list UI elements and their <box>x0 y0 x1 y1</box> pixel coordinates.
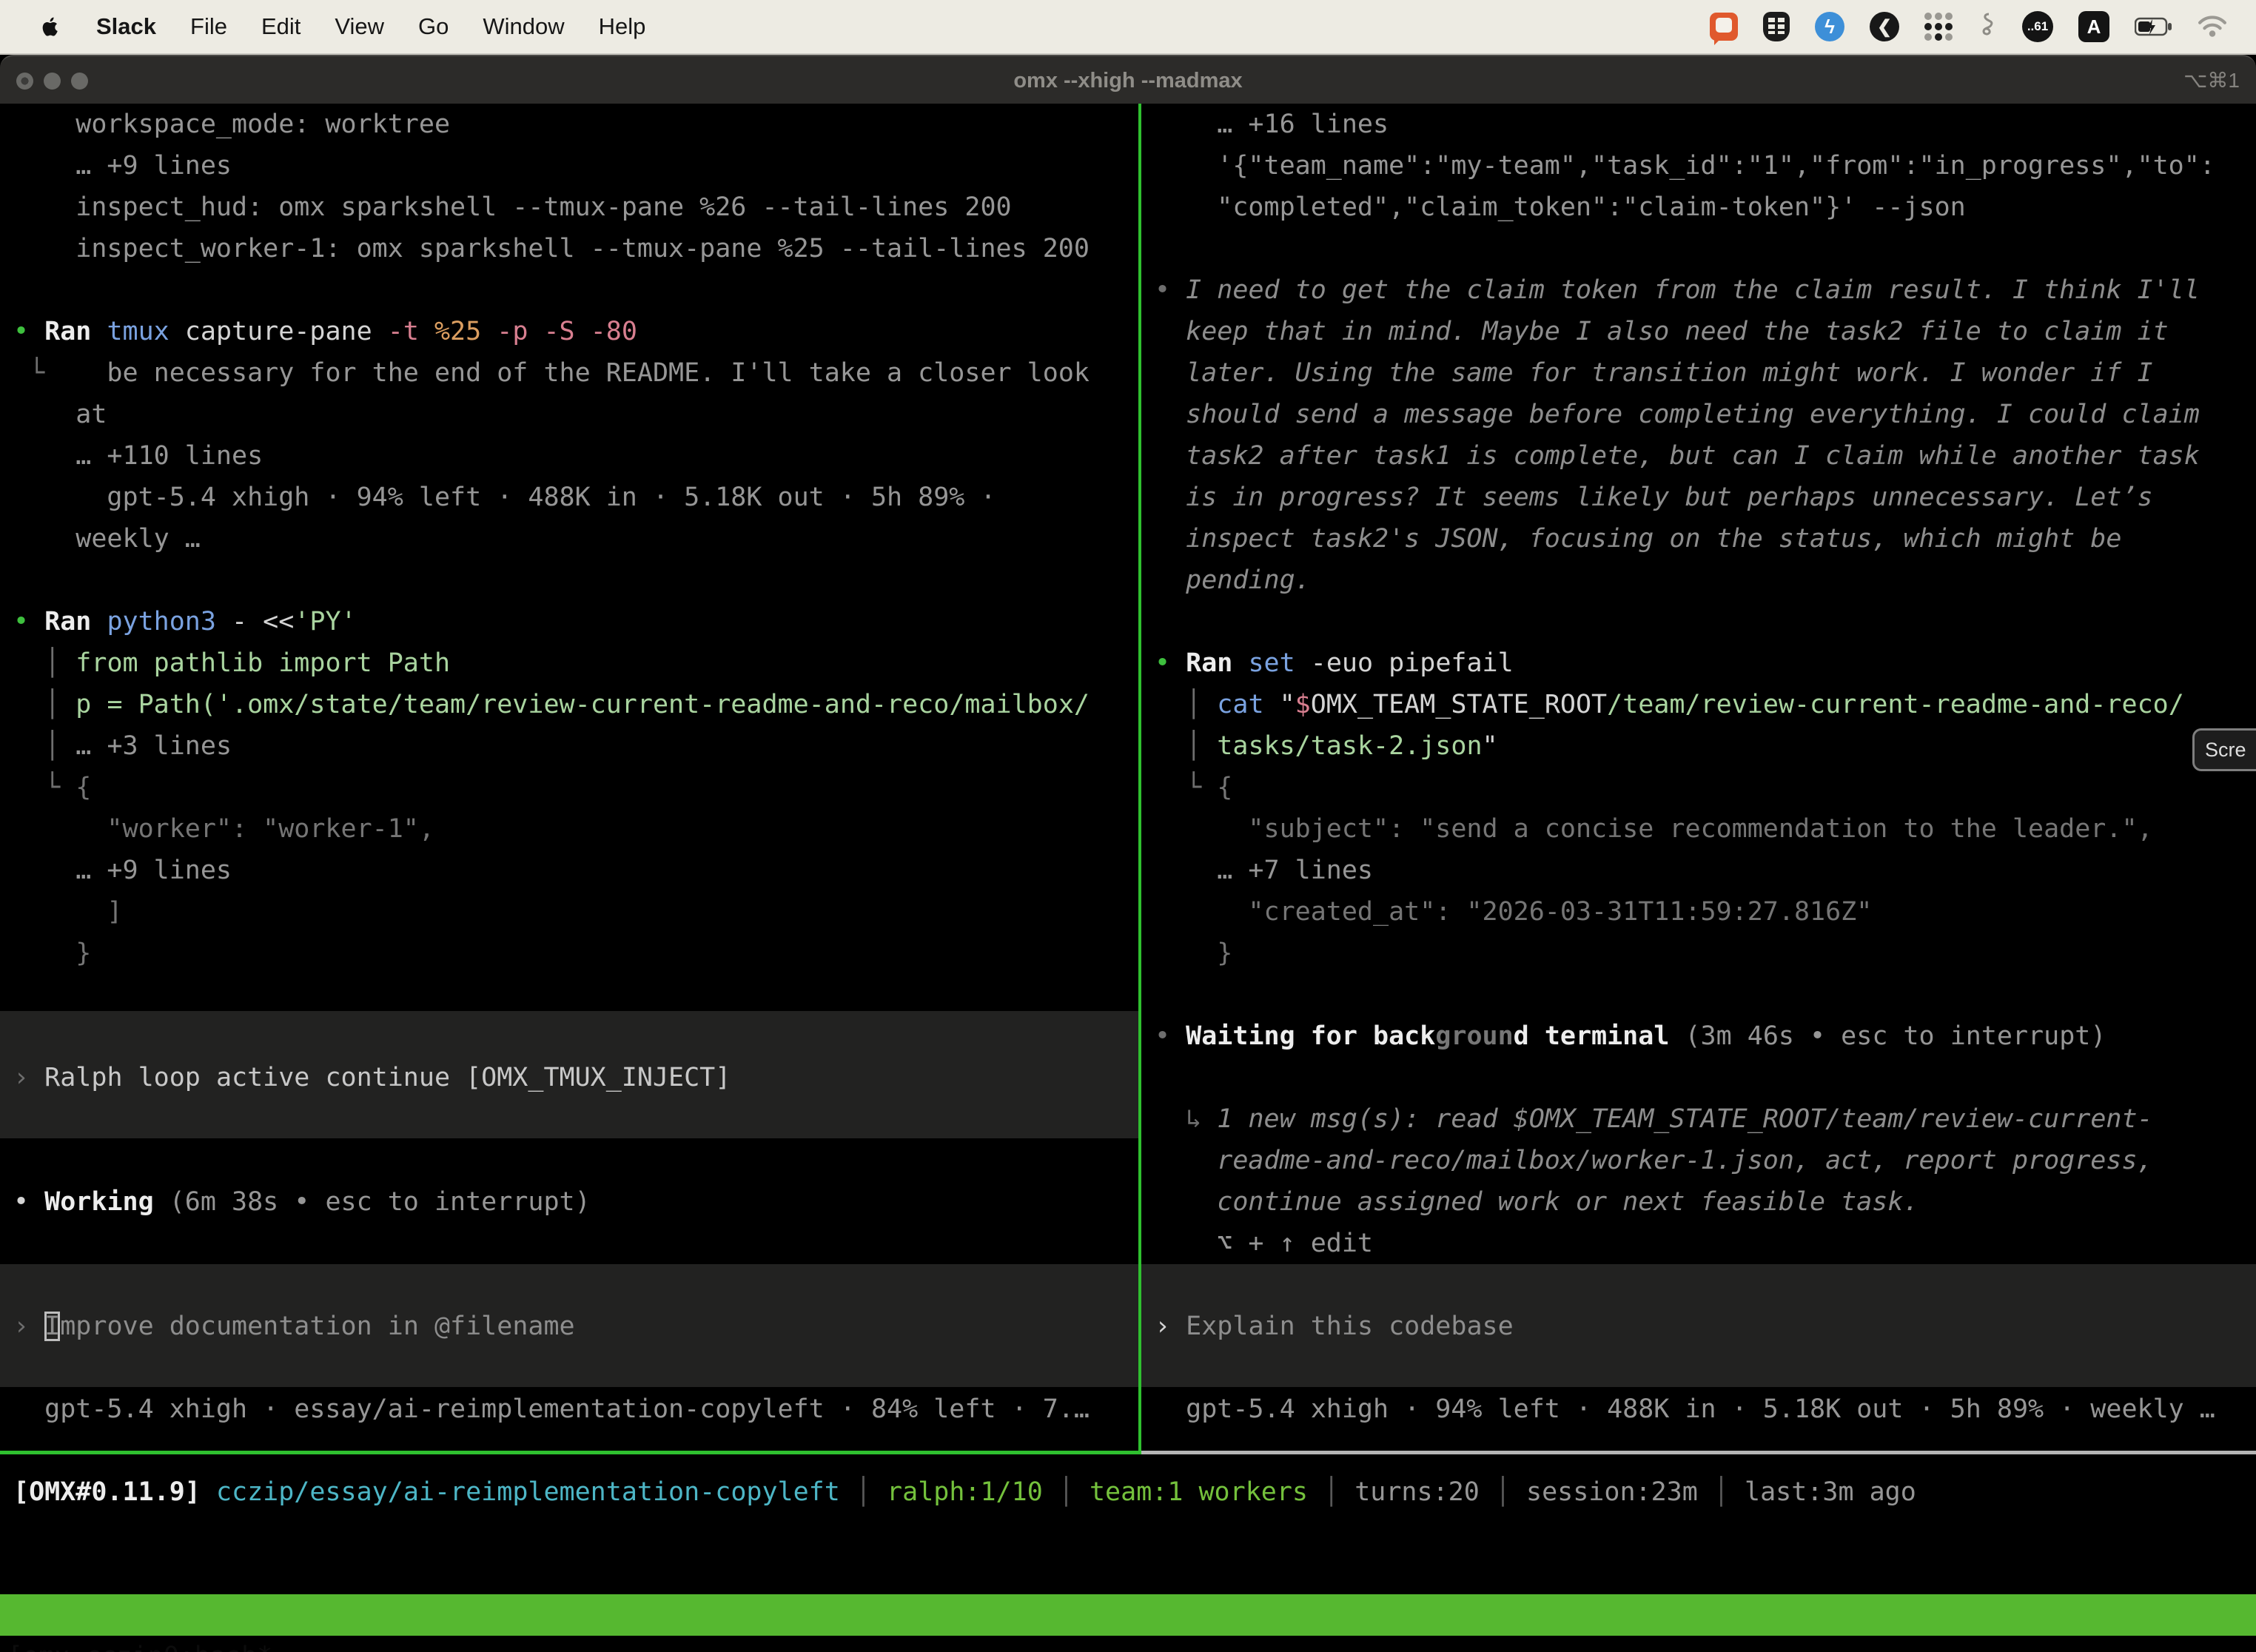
terminal-content: workspace_mode: worktree … +9 lines insp… <box>0 104 2256 1652</box>
terminal-line: │ p = Path('.omx/state/team/review-curre… <box>13 684 1138 725</box>
terminal-line: • Waiting for background terminal (3m 46… <box>1155 1015 2256 1057</box>
menubar-item-file[interactable]: File <box>190 13 227 40</box>
terminal-line: should send a message before completing … <box>1155 394 2256 435</box>
apple-menu-icon[interactable] <box>38 15 62 38</box>
terminal-line: workspace_mode: worktree <box>13 104 1138 145</box>
window-title: omx --xhigh --madmax <box>0 56 2256 105</box>
terminal-line: gpt-5.4 xhigh · 94% left · 488K in · 5.1… <box>1155 1389 2256 1430</box>
screen: Slack File Edit View Go Window Help ϟ ❮ ..61 … <box>0 0 2256 1652</box>
terminal-line: … +110 lines <box>13 435 1138 477</box>
menubar-item-window[interactable]: Window <box>483 13 564 40</box>
terminal-line <box>1155 1347 2256 1389</box>
terminal-line: "created_at": "2026-03-31T11:59:27.816Z" <box>1155 891 2256 933</box>
terminal-line <box>1155 1057 2256 1098</box>
window-shortcut-hint: ⌥⌘1 <box>2183 56 2240 105</box>
terminal-line: › Improve documentation in @filename <box>13 1306 1138 1347</box>
terminal-line: └ { <box>1155 767 2256 808</box>
terminal-line: … +9 lines <box>13 850 1138 891</box>
terminal-line <box>1155 1264 2256 1306</box>
terminal-line: "worker": "worker-1", <box>13 808 1138 850</box>
menubar-item-help[interactable]: Help <box>599 13 646 40</box>
omx-status-line: [OMX#0.11.9] cczip/essay/ai-reimplementa… <box>13 1471 1916 1513</box>
terminal-line: at <box>13 394 1138 435</box>
terminal-line: ↳ 1 new msg(s): read $OMX_TEAM_STATE_ROO… <box>1155 1098 2256 1140</box>
terminal-line: • Ran set -euo pipefail <box>1155 642 2256 684</box>
terminal-line: pending. <box>1155 560 2256 601</box>
terminal-line: weekly … <box>13 518 1138 560</box>
terminal-line: keep that in mind. Maybe I also need the… <box>1155 311 2256 352</box>
menubar-menus: Slack File Edit View Go Window Help <box>0 13 645 40</box>
terminal-line: • Working (6m 38s • esc to interrupt) <box>13 1181 1138 1223</box>
terminal-line: │ tasks/task-2.json" <box>1155 725 2256 767</box>
terminal-line: └ { <box>13 767 1138 808</box>
count-badge-icon[interactable]: ..61 <box>2022 11 2053 42</box>
menubar-item-edit[interactable]: Edit <box>261 13 301 40</box>
menubar-status-icons: ϟ ❮ ..61 A <box>1710 11 2256 42</box>
terminal-line: gpt-5.4 xhigh · 94% left · 488K in · 5.1… <box>13 477 1138 518</box>
terminal-line <box>13 1098 1138 1140</box>
input-source-icon[interactable]: A <box>2078 11 2109 42</box>
dots-grid-icon[interactable] <box>1924 13 1953 41</box>
terminal-line: "completed","claim_token":"claim-token"}… <box>1155 187 2256 228</box>
terminal-line: › Explain this codebase <box>1155 1306 2256 1347</box>
screen-tooltip: Scre <box>2192 728 2256 771</box>
terminal-line: '{"team_name":"my-team","task_id":"1","f… <box>1155 145 2256 187</box>
terminal-line: › Ralph loop active continue [OMX_TMUX_I… <box>13 1057 1138 1098</box>
terminal-line: inspect_worker-1: omx sparkshell --tmux-… <box>13 228 1138 269</box>
terminal-line: inspect_hud: omx sparkshell --tmux-pane … <box>13 187 1138 228</box>
terminal-line: continue assigned work or next feasible … <box>1155 1181 2256 1223</box>
terminal-line: gpt-5.4 xhigh · essay/ai-reimplementatio… <box>13 1389 1138 1430</box>
terminal-line <box>13 269 1138 311</box>
terminal-line <box>1155 228 2256 269</box>
terminal-line: ] <box>13 891 1138 933</box>
terminal-line: readme-and-reco/mailbox/worker-1.json, a… <box>1155 1140 2256 1181</box>
terminal-line: │ from pathlib import Path <box>13 642 1138 684</box>
terminal-line: is in progress? It seems likely but perh… <box>1155 477 2256 518</box>
left-pane-border-bottom <box>0 1451 1141 1454</box>
terminal-line: } <box>13 933 1138 974</box>
terminal-line: └ be necessary for the end of the README… <box>13 352 1138 394</box>
titlebar[interactable]: omx --xhigh --madmax ⌥⌘1 <box>0 55 2256 104</box>
left-pane: workspace_mode: worktree … +9 lines insp… <box>0 104 1138 1430</box>
tmux-session-name: [omx-cczip0:bash* <box>7 1636 272 1652</box>
shield-grid-icon[interactable] <box>1763 12 1790 41</box>
menubar-item-go[interactable]: Go <box>418 13 449 40</box>
terminal-line: │ … +3 lines <box>13 725 1138 767</box>
right-pane-border-bottom <box>1141 1451 2256 1454</box>
terminal-line: later. Using the same for transition mig… <box>1155 352 2256 394</box>
messenger-icon[interactable]: ϟ <box>1815 12 1844 41</box>
terminal-line <box>13 560 1138 601</box>
terminal-line: task2 after task1 is complete, but can I… <box>1155 435 2256 477</box>
menubar: Slack File Edit View Go Window Help ϟ ❮ ..61 … <box>0 0 2256 55</box>
kaleidoscope-icon[interactable]: ❮ <box>1870 12 1899 41</box>
terminal-line: … +9 lines <box>13 145 1138 187</box>
menubar-app-name[interactable]: Slack <box>96 13 156 40</box>
terminal-line: "subject": "send a concise recommendatio… <box>1155 808 2256 850</box>
battery-icon[interactable] <box>2135 17 2173 36</box>
terminal-line <box>13 1140 1138 1181</box>
terminal-line: [OMX#0.11.9] cczip/essay/ai-reimplementa… <box>13 1471 1916 1513</box>
terminal-line: • I need to get the claim token from the… <box>1155 269 2256 311</box>
terminal-line: ⌥ + ↑ edit <box>1155 1223 2256 1264</box>
terminal-line: • Ran tmux capture-pane -t %25 -p -S -80 <box>13 311 1138 352</box>
terminal-line: inspect task2's JSON, focusing on the st… <box>1155 518 2256 560</box>
terminal-line: │ cat "$OMX_TEAM_STATE_ROOT/team/review-… <box>1155 684 2256 725</box>
terminal-line: • Ran python3 - <<'PY' <box>13 601 1138 642</box>
terminal-line: … +7 lines <box>1155 850 2256 891</box>
wifi-icon[interactable] <box>2198 16 2226 38</box>
terminal-line <box>1155 601 2256 642</box>
terminal-line <box>13 1015 1138 1057</box>
terminal-line <box>13 1347 1138 1389</box>
terminal-line <box>13 1264 1138 1306</box>
squiggle-icon[interactable] <box>1978 12 1997 41</box>
terminal-line <box>13 1223 1138 1264</box>
screen-recording-icon[interactable] <box>1710 13 1738 41</box>
tmux-status-bar: [omx-cczip0:bash* "MacBook-Pro-44.local"… <box>0 1594 2256 1636</box>
terminal-line <box>1155 974 2256 1015</box>
right-pane: … +16 lines '{"team_name":"my-team","tas… <box>1141 104 2256 1430</box>
terminal-line <box>13 974 1138 1015</box>
terminal-line: … +16 lines <box>1155 104 2256 145</box>
terminal-line: } <box>1155 933 2256 974</box>
menubar-item-view[interactable]: View <box>335 13 384 40</box>
